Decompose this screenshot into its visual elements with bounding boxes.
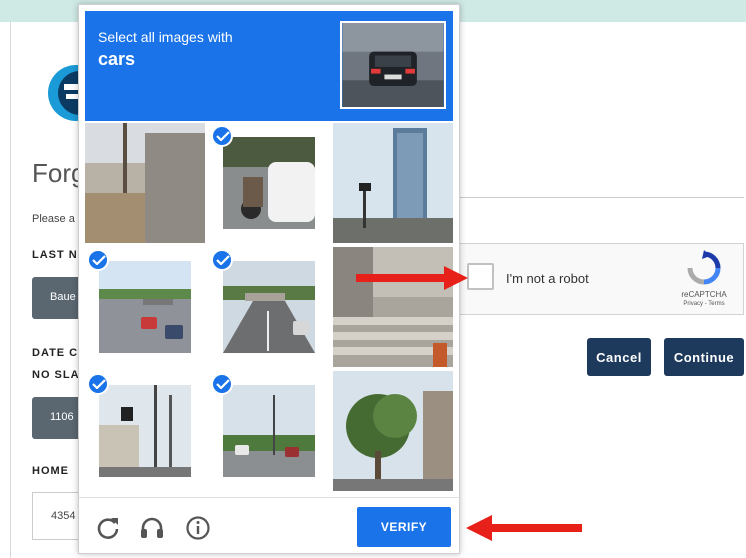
annotation-arrow-right-icon — [356, 266, 468, 290]
date-label: DATE C — [32, 347, 79, 359]
last-name-label: LAST N — [32, 249, 78, 261]
recaptcha-brand: reCAPTCHA — [681, 290, 727, 299]
image-tile-selected[interactable] — [85, 247, 205, 367]
home-label: HOME — [32, 465, 69, 477]
tile-image-concrete-stairs — [333, 247, 453, 367]
tile-image-road-overpass — [223, 261, 315, 353]
tile-image-tree-street — [333, 371, 453, 491]
tile-image-building-pole — [85, 123, 205, 243]
recaptcha-logo-icon — [687, 250, 721, 285]
image-tile-selected[interactable] — [209, 123, 329, 243]
cancel-button[interactable]: Cancel — [587, 338, 651, 376]
tile-image-intersection-cars — [223, 385, 315, 477]
annotation-arrow-left-icon — [466, 515, 582, 541]
not-robot-label: I'm not a robot — [506, 271, 589, 286]
no-slate-label: NO SLA — [32, 369, 80, 381]
challenge-header: Select all images with cars — [85, 11, 453, 121]
challenge-target: cars — [98, 49, 136, 69]
selected-check-icon — [87, 373, 109, 395]
footer-divider — [79, 497, 459, 498]
tile-image-street-white-car — [223, 137, 315, 229]
image-tile[interactable] — [333, 247, 453, 367]
tile-image-highway-cars — [99, 261, 191, 353]
image-tile-selected[interactable] — [209, 371, 329, 491]
challenge-prompt: Select all images with — [98, 29, 233, 45]
continue-button[interactable]: Continue — [664, 338, 744, 376]
image-tile-selected[interactable] — [85, 371, 205, 491]
image-grid — [85, 123, 453, 491]
title-divider — [456, 197, 744, 198]
not-robot-checkbox[interactable] — [467, 263, 494, 290]
selected-check-icon — [87, 249, 109, 271]
info-icon[interactable] — [185, 515, 211, 541]
tile-image-tall-building — [333, 123, 453, 243]
selected-check-icon — [211, 125, 233, 147]
recaptcha-privacy-terms[interactable]: Privacy - Terms — [666, 301, 742, 307]
example-car-image — [340, 21, 446, 109]
tile-image-street-poles — [99, 385, 191, 477]
selected-check-icon — [211, 249, 233, 271]
audio-icon[interactable] — [139, 515, 165, 541]
image-tile[interactable] — [85, 123, 205, 243]
instructions-text: Please a — [32, 213, 75, 225]
image-tile[interactable] — [333, 371, 453, 491]
selected-check-icon — [211, 373, 233, 395]
reload-icon[interactable] — [95, 515, 121, 541]
verify-button[interactable]: VERIFY — [357, 507, 451, 547]
image-tile-selected[interactable] — [209, 247, 329, 367]
image-tile[interactable] — [333, 123, 453, 243]
